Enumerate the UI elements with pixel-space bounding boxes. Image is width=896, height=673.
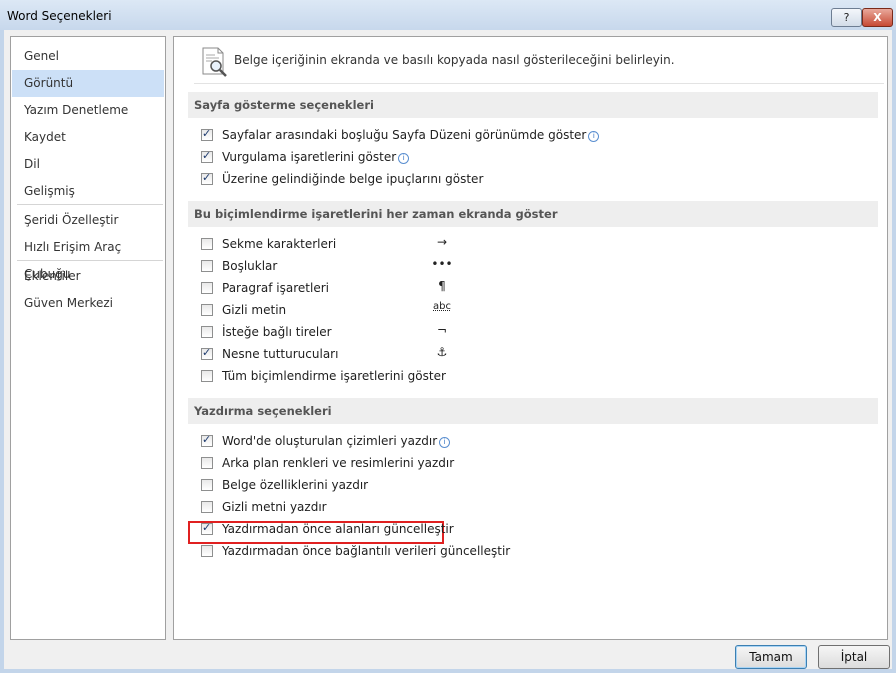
document-magnifier-icon [202, 47, 227, 77]
section-header-printing: Yazdırma seçenekleri [188, 398, 878, 424]
checkbox[interactable] [201, 238, 213, 250]
options-sidebar: Genel Görüntü Yazım Denetleme Kaydet Dil… [10, 36, 166, 640]
option-label: Sayfalar arasındaki boşluğu Sayfa Düzeni… [222, 128, 600, 142]
info-icon: i [398, 153, 410, 164]
window-title: Word Seçenekleri [7, 9, 112, 23]
sidebar-divider [17, 260, 163, 261]
section-title: Yazdırma seçenekleri [194, 404, 332, 418]
sidebar-item-goruntu[interactable]: Görüntü [12, 70, 164, 97]
option-label: Gizli metin [222, 303, 287, 317]
tab-arrow-icon: → [436, 235, 448, 249]
checkbox[interactable] [201, 346, 213, 360]
sidebar-item-guven-merkezi[interactable]: Güven Merkezi [12, 290, 164, 317]
checkbox[interactable] [201, 433, 213, 447]
checkbox[interactable] [201, 501, 213, 513]
info-icon: i [588, 131, 600, 142]
checkbox[interactable] [201, 326, 213, 338]
option-label: Yazdırmadan önce alanları güncelleştir [222, 522, 454, 536]
close-button[interactable]: X [862, 8, 893, 27]
dialog-body: Genel Görüntü Yazım Denetleme Kaydet Dil… [4, 30, 892, 669]
option-label: Word'de oluşturulan çizimleri yazdır i [222, 434, 451, 448]
section-header-formatting-marks: Bu biçimlendirme işaretlerini her zaman … [188, 201, 878, 227]
section-header-page-display: Sayfa gösterme seçenekleri [188, 92, 878, 118]
checkbox[interactable] [201, 457, 213, 469]
help-button[interactable]: ? [831, 8, 862, 27]
title-bar: Word Seçenekleri ? X [0, 0, 896, 30]
option-label: Boşluklar [222, 259, 278, 273]
space-dots-icon: ••• [431, 257, 453, 271]
pilcrow-icon: ¶ [438, 279, 446, 293]
anchor-icon: ⚓ [436, 345, 448, 359]
divider [194, 83, 884, 84]
sidebar-item-eklentiler[interactable]: Eklentiler [12, 263, 164, 290]
checkbox[interactable] [201, 304, 213, 316]
checkbox[interactable] [201, 282, 213, 294]
ok-button[interactable]: Tamam [735, 645, 807, 669]
option-label: Belge özelliklerini yazdır [222, 478, 369, 492]
option-label: Yazdırmadan önce bağlantılı verileri gün… [222, 544, 511, 558]
cancel-button[interactable]: İptal [818, 645, 890, 669]
option-label: İsteğe bağlı tireler [222, 325, 332, 339]
option-label: Vurgulama işaretlerini göster i [222, 150, 410, 164]
option-label: Gizli metni yazdır [222, 500, 327, 514]
intro-text: Belge içeriğinin ekranda ve basılı kopya… [234, 53, 675, 67]
option-label: Arka plan renkleri ve resimlerini yazdır [222, 456, 455, 470]
sidebar-item-gelismis[interactable]: Gelişmiş [12, 178, 164, 205]
sidebar-item-hizli-erisim[interactable]: Hızlı Erişim Araç Çubuğu [12, 234, 164, 281]
option-label: Sekme karakterleri [222, 237, 337, 251]
option-label: Üzerine gelindiğinde belge ipuçlarını gö… [222, 172, 484, 186]
hidden-text-icon: abc [433, 301, 451, 312]
sidebar-item-yazim-denetleme[interactable]: Yazım Denetleme [12, 97, 164, 124]
checkbox[interactable] [201, 521, 213, 535]
sidebar-item-seridi-ozellestir[interactable]: Şeridi Özelleştir [12, 207, 164, 234]
options-panel: Belge içeriğinin ekranda ve basılı kopya… [173, 36, 888, 640]
option-label: Tüm biçimlendirme işaretlerini göster [222, 369, 446, 383]
optional-hyphen-icon: ¬ [436, 323, 448, 337]
checkbox[interactable] [201, 149, 213, 163]
sidebar-item-dil[interactable]: Dil [12, 151, 164, 178]
checkbox[interactable] [201, 370, 213, 382]
section-title: Sayfa gösterme seçenekleri [194, 98, 374, 112]
sidebar-divider [17, 204, 163, 205]
sidebar-item-genel[interactable]: Genel [12, 43, 164, 70]
option-label: Nesne tutturucuları [222, 347, 339, 361]
option-label: Paragraf işaretleri [222, 281, 329, 295]
checkbox[interactable] [201, 127, 213, 141]
info-icon: i [439, 437, 451, 448]
checkbox[interactable] [201, 545, 213, 557]
checkbox[interactable] [201, 260, 213, 272]
section-title: Bu biçimlendirme işaretlerini her zaman … [194, 207, 558, 221]
checkbox[interactable] [201, 171, 213, 185]
sidebar-item-kaydet[interactable]: Kaydet [12, 124, 164, 151]
checkbox[interactable] [201, 479, 213, 491]
